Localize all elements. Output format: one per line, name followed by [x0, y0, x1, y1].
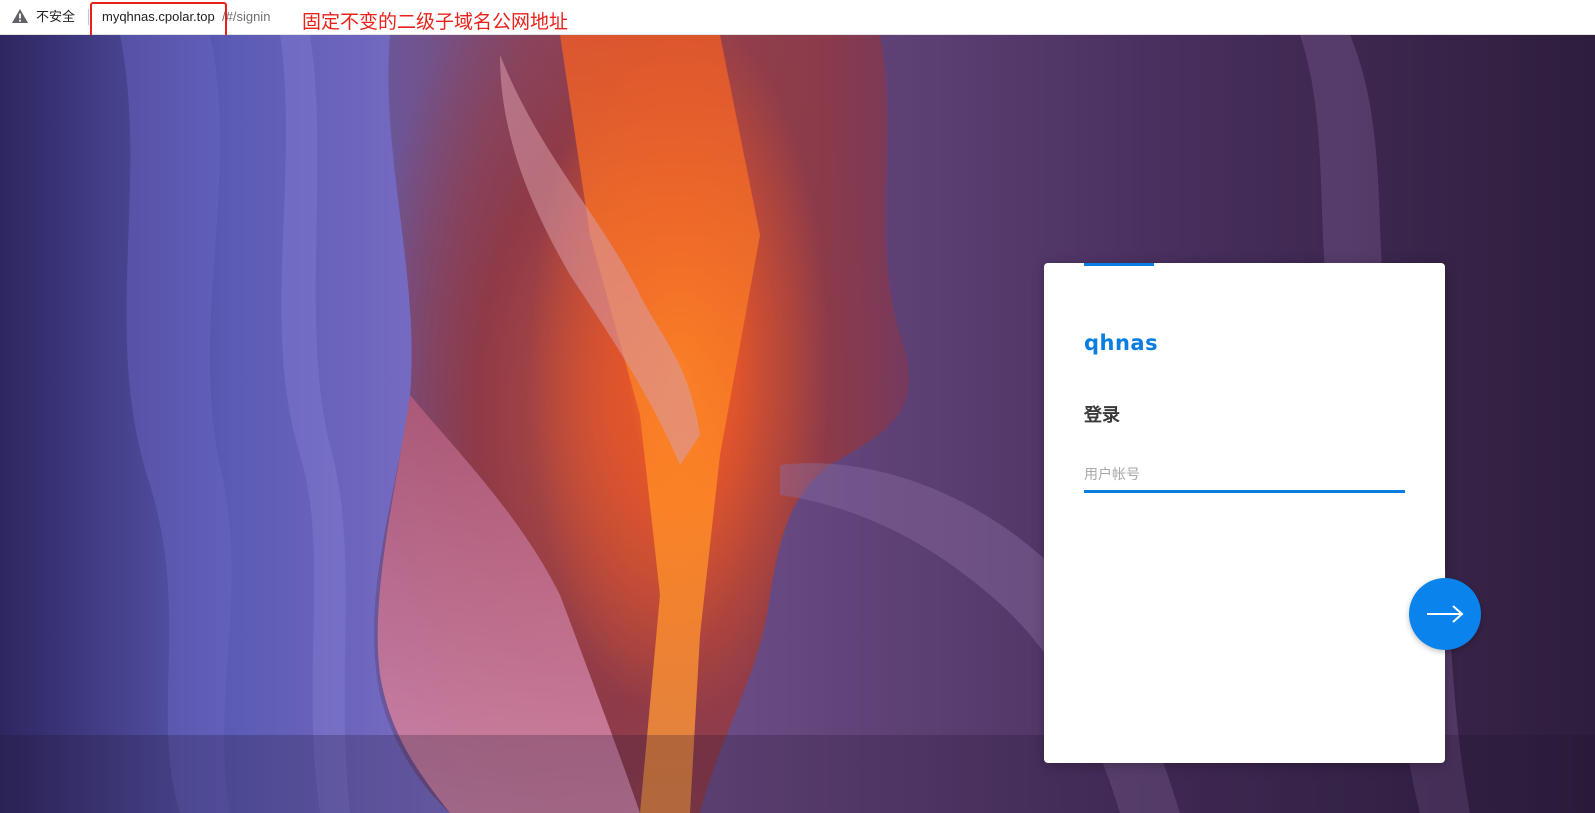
annotation-text: 固定不变的二级子域名公网地址: [302, 12, 569, 33]
arrow-right-icon: [1427, 605, 1464, 623]
divider: [88, 9, 89, 25]
not-secure-label[interactable]: 不安全: [36, 8, 75, 26]
warning-icon[interactable]: [11, 8, 29, 24]
url-highlight-box: [90, 2, 227, 38]
card-accent-bar: [1084, 263, 1154, 266]
username-input[interactable]: [1084, 458, 1405, 493]
brand-name: qhnas: [1084, 331, 1159, 355]
login-submit-button[interactable]: [1409, 578, 1481, 650]
login-card: qhnas 登录: [1044, 263, 1445, 763]
address-bar[interactable]: 不安全 myqhnas.cpolar.top /#/signin 固定不变的二级…: [0, 0, 1595, 38]
login-title: 登录: [1084, 405, 1120, 425]
url-path[interactable]: /#/signin: [222, 8, 270, 26]
